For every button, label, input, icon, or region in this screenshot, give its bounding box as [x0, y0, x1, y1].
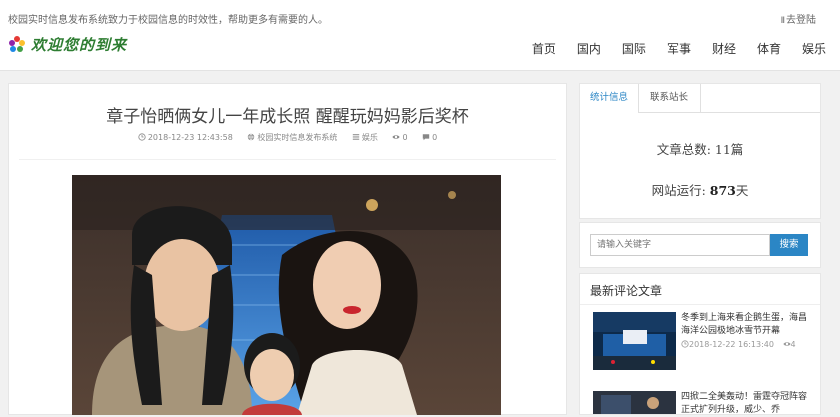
article-comments: 0 [422, 133, 437, 142]
article-count-value: 11篇 [714, 142, 744, 157]
globe-icon [248, 133, 255, 141]
login-link[interactable]: Ⅱ 去登陆 [781, 11, 816, 26]
article-category[interactable]: 娱乐 [352, 133, 381, 142]
article-panel: 章子怡晒俩女儿一年成长照 醒醒玩妈妈影后奖杯 2018-12-23 12:43:… [8, 83, 567, 415]
search-panel: 搜索 [579, 222, 821, 268]
recent-item-comments: 4 [790, 340, 796, 349]
article-source[interactable]: 校园实时信息发布系统 [247, 133, 340, 142]
login-label: 去登陆 [786, 15, 816, 26]
top-header: 校园实时信息发布系统致力于校园信息的时效性，帮助更多有需要的人。 Ⅱ 去登陆 欢迎… [0, 0, 840, 71]
article-category-text: 娱乐 [361, 133, 378, 142]
article-count-line: 文章总数: 11篇 [580, 139, 820, 158]
title-divider [19, 159, 556, 160]
recent-item-meta: 2018-12-22 16:13:40 4 [681, 340, 796, 349]
article-source-text: 校园实时信息发布系统 [257, 133, 338, 142]
recent-item-date: 2018-12-22 16:13:40 [689, 340, 774, 349]
nav-item-sports[interactable]: 体育 [757, 40, 781, 57]
article-date-text: 2018-12-23 12:43:58 [147, 133, 233, 142]
uptime-unit: 天 [735, 183, 749, 198]
recent-divider [580, 304, 820, 305]
article-comments-count: 0 [432, 133, 438, 142]
nav-item-finance[interactable]: 财经 [712, 40, 736, 57]
nav-item-military[interactable]: 军事 [667, 40, 691, 57]
site-slogan: 校园实时信息发布系统致力于校园信息的时效性，帮助更多有需要的人。 [8, 15, 328, 26]
clock-icon [681, 340, 689, 348]
recent-item-thumbnail[interactable] [593, 312, 676, 370]
uptime-line: 网站运行: 873天 [580, 180, 820, 199]
recent-item-thumbnail[interactable] [593, 391, 676, 414]
comment-icon [422, 134, 430, 141]
article-title: 章子怡晒俩女儿一年成长照 醒醒玩妈妈影后奖杯 [106, 107, 469, 127]
nav-item-home[interactable]: 首页 [532, 40, 556, 57]
stats-tabs: 统计信息 联系站长 [580, 84, 820, 113]
site-logo[interactable]: 欢迎您的到来 [8, 33, 127, 55]
article-photo[interactable] [72, 175, 501, 415]
recent-comments-panel: 最新评论文章 冬季到上海来看企鹅生蛋，海昌海洋公园极地冰雪节开幕 2018-12… [579, 273, 821, 415]
nav-item-entertainment[interactable]: 娱乐 [802, 40, 826, 57]
article-count-label: 文章总数: [656, 142, 715, 157]
penguin-event-thumb [593, 312, 676, 370]
article-photo-image [72, 175, 501, 415]
flower-logo-icon [9, 36, 25, 52]
stats-panel: 统计信息 联系站长 文章总数: 11篇 网站运行: 873天 [579, 83, 821, 219]
search-input[interactable] [590, 234, 770, 256]
recent-item-title[interactable]: 冬季到上海来看企鹅生蛋，海昌海洋公园极地冰雪节开幕 [681, 312, 813, 338]
nav-item-domestic[interactable]: 国内 [577, 40, 601, 57]
basketball-thumb [593, 391, 676, 414]
article-views-count: 0 [402, 133, 408, 142]
clock-icon [138, 133, 146, 141]
signal-icon: Ⅱ [780, 16, 786, 26]
logo-text: 欢迎您的到来 [31, 35, 128, 54]
uptime-label: 网站运行: [651, 183, 710, 198]
tab-contact-admin[interactable]: 联系站长 [638, 84, 701, 112]
recent-comments-title: 最新评论文章 [590, 284, 663, 298]
article-date: 2018-12-23 12:43:58 [138, 133, 236, 142]
search-button[interactable]: 搜索 [770, 234, 808, 256]
article-meta: 2018-12-23 12:43:58 校园实时信息发布系统 娱乐 0 0 [9, 132, 566, 143]
recent-item-title[interactable]: 四掀二全美轰动！雷霆夺冠阵容正式扩列升级，威少、乔 [681, 391, 813, 417]
tab-stats-info[interactable]: 统计信息 [580, 84, 639, 113]
eye-icon [782, 342, 791, 346]
list-icon [352, 134, 360, 140]
nav-item-international[interactable]: 国际 [622, 40, 646, 57]
uptime-value: 873 [709, 183, 736, 198]
article-views: 0 [392, 133, 410, 142]
eye-icon [392, 135, 401, 139]
main-nav: 首页 国内 国际 军事 财经 体育 娱乐 [511, 40, 826, 57]
